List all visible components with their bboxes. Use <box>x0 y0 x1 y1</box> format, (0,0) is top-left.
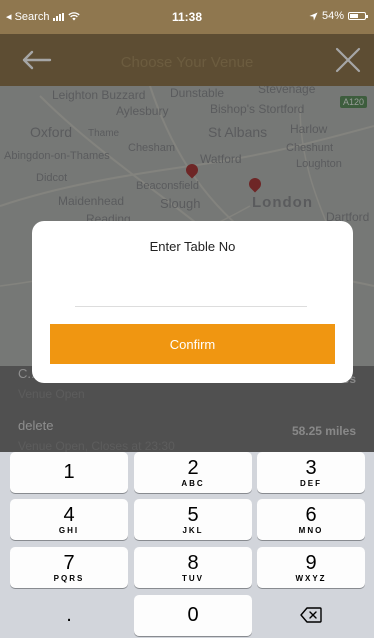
key-digit: 0 <box>187 604 199 626</box>
venue-distance: 58.25 miles <box>291 424 356 438</box>
key-digit: 1 <box>63 461 75 483</box>
map-label: Dunstable <box>170 86 225 100</box>
key-8[interactable]: 8 TUV <box>134 547 252 588</box>
key-7[interactable]: 7 PQRS <box>10 547 128 588</box>
key-letters: PQRS <box>53 574 85 583</box>
key-delete[interactable] <box>257 595 365 636</box>
key-letters: GHI <box>58 526 80 535</box>
key-9[interactable]: 9 WXYZ <box>257 547 365 588</box>
map-label: St Albans <box>208 124 268 140</box>
map-label: Thame <box>88 128 120 139</box>
status-right: 54% <box>309 10 368 22</box>
numeric-keypad: 1 2 ABC 3 DEF 4 GHI 5 JKL 6 MNO 7 PQRS 8… <box>0 452 374 638</box>
key-digit: . <box>66 604 72 626</box>
key-letters: WXYZ <box>295 574 327 583</box>
battery-level <box>350 14 358 18</box>
key-5[interactable]: 5 JKL <box>134 499 252 540</box>
map-label: Beaconsfield <box>136 180 199 192</box>
key-digit: 6 <box>305 504 317 526</box>
table-number-input[interactable] <box>75 281 307 307</box>
key-decimal[interactable]: . <box>10 595 128 636</box>
map-label: London <box>252 194 313 211</box>
key-3[interactable]: 3 DEF <box>257 452 365 493</box>
key-digit: 7 <box>63 552 75 574</box>
battery-percent: 54% <box>321 10 344 22</box>
battery-icon <box>348 12 368 20</box>
map-label: Aylesbury <box>116 104 169 118</box>
key-letters: TUV <box>182 574 204 583</box>
map-label: Slough <box>160 196 201 211</box>
key-letters: MNO <box>298 526 324 535</box>
map-label: Watford <box>200 152 242 166</box>
key-0[interactable]: 0 <box>134 595 252 636</box>
key-letters: DEF <box>300 479 322 488</box>
key-letters: ABC <box>181 479 205 488</box>
key-2[interactable]: 2 ABC <box>134 452 252 493</box>
confirm-button[interactable]: Confirm <box>50 324 335 364</box>
key-digit: 3 <box>305 457 317 479</box>
key-letters: JKL <box>182 526 204 535</box>
map-label: Leighton Buzzard <box>52 88 146 102</box>
map-label: Harlow <box>290 122 328 136</box>
dialog-title: Enter Table No <box>149 239 236 254</box>
map-label: Didcot <box>36 172 68 184</box>
map-label: Abingdon-on-Thames <box>4 150 110 162</box>
location-arrow-icon <box>309 11 318 21</box>
key-digit: 4 <box>63 504 75 526</box>
map-label: Loughton <box>296 158 342 170</box>
venue-status: Venue Open <box>18 387 85 401</box>
key-digit: 9 <box>305 552 317 574</box>
map-label: Chesham <box>128 142 176 154</box>
key-6[interactable]: 6 MNO <box>257 499 365 540</box>
map-label: Cheshunt <box>286 142 334 154</box>
backspace-icon <box>300 607 322 623</box>
key-digit: 2 <box>187 457 199 479</box>
map-label: Maidenhead <box>58 194 125 208</box>
close-icon[interactable] <box>334 46 362 74</box>
map-label: Stevenage <box>258 86 316 96</box>
map-label: Bishop's Stortford <box>210 102 305 116</box>
key-1[interactable]: 1 <box>10 452 128 493</box>
status-bar: ◂ Search 11:38 54% <box>0 0 374 34</box>
key-digit: 5 <box>187 504 199 526</box>
road-badge: A120 <box>340 96 368 108</box>
key-4[interactable]: 4 GHI <box>10 499 128 540</box>
page-title: Choose Your Venue <box>120 54 254 71</box>
key-digit: 8 <box>187 552 199 574</box>
header: Choose Your Venue <box>0 34 374 86</box>
venue-status: Venue Open, Closes at 23:30 <box>18 439 175 453</box>
table-number-dialog: Enter Table No Confirm <box>32 221 353 383</box>
map-label: Oxford <box>30 124 73 140</box>
